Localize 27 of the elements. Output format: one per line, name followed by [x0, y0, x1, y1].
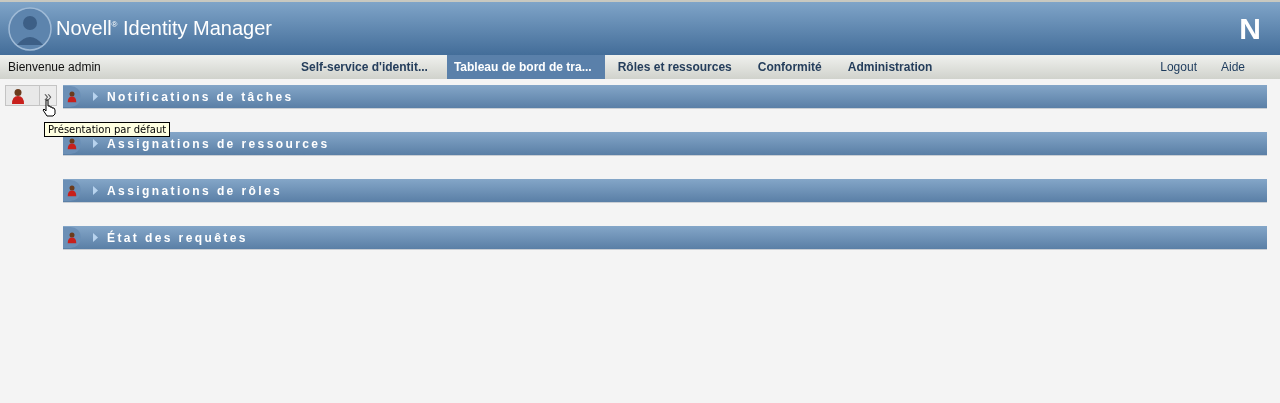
pointer-hand-icon: [42, 99, 56, 117]
tooltip: Présentation par défaut: [44, 122, 171, 137]
nav-tab[interactable]: Tableau de bord de tra...: [446, 55, 605, 79]
user-icon: [67, 90, 77, 103]
nav-tab[interactable]: Administration: [840, 55, 946, 79]
user-icon: [67, 184, 77, 197]
user-icon: [11, 87, 25, 104]
portlet-title: Notifications de tâches: [107, 89, 294, 104]
welcome-text: Bienvenue admin: [7, 60, 102, 74]
portlet-title: Assignations de rôles: [107, 183, 283, 198]
nav-link[interactable]: Aide: [1220, 60, 1245, 74]
expand-arrow-icon[interactable]: [92, 233, 99, 242]
app-title: Novell$^{®}$ Identity Manager: [56, 17, 272, 40]
expand-button[interactable]: »: [38, 86, 56, 105]
expand-arrow-icon[interactable]: [92, 139, 99, 148]
nav-link[interactable]: Logout: [1160, 60, 1197, 74]
portlet-title: Assignations de ressources: [107, 136, 330, 151]
portlet-title: État des requêtes: [107, 230, 248, 245]
user-icon: [67, 231, 77, 244]
expand-arrow-icon[interactable]: [92, 186, 99, 195]
user-icon: [67, 137, 77, 150]
nav-tab[interactable]: Rôles et ressources: [610, 55, 745, 79]
nav-tab[interactable]: Conformité: [750, 55, 835, 79]
nav-tab[interactable]: Self-service d'identit...: [294, 55, 441, 79]
logo: N: [1239, 11, 1260, 46]
person-globe-icon: [8, 6, 52, 51]
expand-arrow-icon[interactable]: [92, 92, 99, 101]
